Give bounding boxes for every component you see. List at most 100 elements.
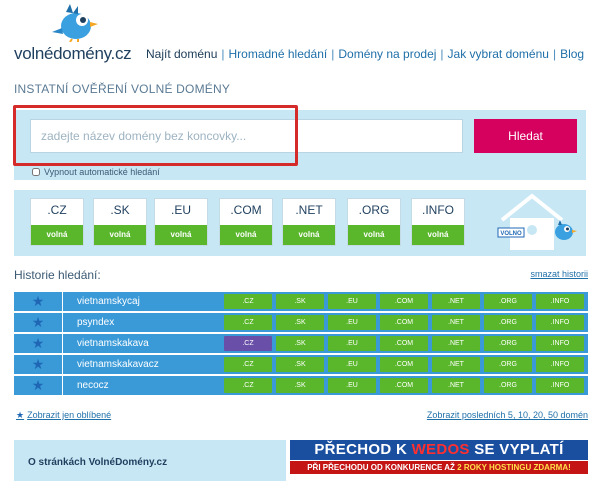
logo-text[interactable]: volnédomény.cz <box>14 44 132 64</box>
favorite-star-icon[interactable]: ★ <box>14 313 62 334</box>
history-tld-pill[interactable]: .NET <box>432 335 480 351</box>
history-tld-pill[interactable]: .ORG <box>484 314 532 330</box>
main-nav: Najít doménu | Hromadné hledání | Domény na … <box>146 47 584 61</box>
history-tld-pill[interactable]: .SK <box>276 356 324 372</box>
history-tld-pill[interactable]: .EU <box>328 377 376 393</box>
tld-card-org[interactable]: .ORG volná <box>347 198 401 246</box>
domain-search-input[interactable] <box>30 119 463 153</box>
history-tld-pill[interactable]: .SK <box>276 335 324 351</box>
tld-card-sk[interactable]: .SK volná <box>93 198 147 246</box>
tld-card-eu[interactable]: .EU volná <box>154 198 208 246</box>
history-tld-pill[interactable]: .COM <box>380 356 428 372</box>
favorite-star-icon[interactable]: ★ <box>14 376 62 397</box>
history-tld-pill[interactable]: .INFO <box>536 293 584 309</box>
history-tld-pill[interactable]: .COM <box>380 377 428 393</box>
history-tld-pill[interactable]: .ORG <box>484 356 532 372</box>
tld-name: .COM <box>230 203 262 217</box>
nav-bulk-search[interactable]: Hromadné hledání <box>229 47 328 61</box>
tld-card-com[interactable]: .COM volná <box>219 198 273 246</box>
nav-blog[interactable]: Blog <box>560 47 584 61</box>
ad-brand: WEDOS <box>411 441 470 458</box>
history-tld-pill[interactable]: .CZ <box>224 356 272 372</box>
bird-logo-icon[interactable] <box>48 2 100 42</box>
favorites-label: Zobrazit jen oblíbené <box>27 410 112 420</box>
history-tld-pill[interactable]: .ORG <box>484 377 532 393</box>
tld-status: volná <box>220 225 272 245</box>
search-button[interactable]: Hledat <box>474 119 577 153</box>
clear-history-link[interactable]: smazat historii <box>530 269 588 279</box>
history-domain-name[interactable]: vietnamskycaj <box>62 292 220 313</box>
tld-card-info[interactable]: .INFO volná <box>411 198 465 246</box>
auto-search-checkbox[interactable] <box>32 168 40 176</box>
history-title: Historie hledání: <box>14 268 101 282</box>
auto-search-toggle[interactable]: Vypnout automatické hledání <box>32 167 160 177</box>
section-title: INSTATNÍ OVĚŘENÍ VOLNÉ DOMÉNY <box>14 82 231 96</box>
wedos-ad-banner[interactable]: PŘECHOD K WEDOS SE VYPLATÍ PŘI PŘECHODU … <box>290 440 588 481</box>
history-tld-pill[interactable]: .CZ <box>224 314 272 330</box>
history-row: ★ psyndex .CZ .SK .EU .COM .NET .ORG .INFO <box>14 313 588 334</box>
show-favorites-link[interactable]: ★ Zobrazit jen oblíbené <box>16 410 111 421</box>
history-tld-list: .CZ .SK .EU .COM .NET .ORG .INFO <box>220 313 588 334</box>
tld-name: .SK <box>110 203 130 217</box>
nav-domains-for-sale[interactable]: Domény na prodej <box>338 47 436 61</box>
history-tld-pill[interactable]: .NET <box>432 293 480 309</box>
history-tld-list: .CZ .SK .EU .COM .NET .ORG .INFO <box>220 376 588 397</box>
history-tld-pill[interactable]: .INFO <box>536 335 584 351</box>
nav-separator: | <box>221 47 225 61</box>
tld-status: volná <box>348 225 400 245</box>
tld-name: .NET <box>295 203 323 217</box>
history-tld-pill[interactable]: .COM <box>380 335 428 351</box>
history-tld-pill[interactable]: .COM <box>380 293 428 309</box>
nav-separator: | <box>331 47 335 61</box>
favorite-star-icon[interactable]: ★ <box>14 334 62 355</box>
history-tld-pill[interactable]: .INFO <box>536 314 584 330</box>
favorite-star-icon[interactable]: ★ <box>14 355 62 376</box>
history-tld-list: .CZ .SK .EU .COM .NET .ORG .INFO <box>220 334 588 355</box>
history-domain-name[interactable]: vietnamskakavacz <box>62 355 220 376</box>
history-tld-pill[interactable]: .EU <box>328 293 376 309</box>
history-tld-pill[interactable]: .COM <box>380 314 428 330</box>
birdhouse-icon: VOLNO <box>497 193 577 250</box>
tld-status: volná <box>155 225 207 245</box>
history-tld-pill[interactable]: .NET <box>432 314 480 330</box>
history-tld-list: .CZ .SK .EU .COM .NET .ORG .INFO <box>220 292 588 313</box>
history-tld-pill[interactable]: .ORG <box>484 335 532 351</box>
history-tld-pill[interactable]: .CZ <box>224 293 272 309</box>
tld-status: volná <box>412 225 464 245</box>
tld-panel: .CZ volná .SK volná .EU volná .COM volná… <box>14 190 586 256</box>
history-tld-pill[interactable]: .SK <box>276 293 324 309</box>
history-tld-pill[interactable]: .ORG <box>484 293 532 309</box>
ad-subline-highlight: 2 ROKY HOSTINGU ZDARMA! <box>457 463 571 472</box>
history-tld-pill[interactable]: .CZ <box>224 335 272 351</box>
nav-how-to-choose[interactable]: Jak vybrat doménu <box>448 47 549 61</box>
tld-card-net[interactable]: .NET volná <box>282 198 336 246</box>
history-tld-pill[interactable]: .SK <box>276 377 324 393</box>
history-tld-pill[interactable]: .NET <box>432 377 480 393</box>
history-tld-list: .CZ .SK .EU .COM .NET .ORG .INFO <box>220 355 588 376</box>
search-panel: Hledat Vypnout automatické hledání <box>14 110 586 180</box>
favorite-star-icon[interactable]: ★ <box>14 292 62 313</box>
history-domain-name[interactable]: vietnamskakava <box>62 334 220 355</box>
history-table: ★ vietnamskycaj .CZ .SK .EU .COM .NET .ORG .INFO… <box>14 292 588 397</box>
history-tld-pill[interactable]: .NET <box>432 356 480 372</box>
history-tld-pill[interactable]: .INFO <box>536 356 584 372</box>
house-sign-text: VOLNO <box>500 231 522 237</box>
history-tld-pill[interactable]: .INFO <box>536 377 584 393</box>
history-tld-pill[interactable]: .CZ <box>224 377 272 393</box>
auto-search-label: Vypnout automatické hledání <box>44 167 160 177</box>
header: volnédomény.cz Najít doménu | Hromadné hle… <box>0 0 600 70</box>
recent-count-links[interactable]: Zobrazit posledních 5, 10, 20, 50 domén <box>427 410 588 420</box>
history-row: ★ vietnamskycaj .CZ .SK .EU .COM .NET .ORG .INFO <box>14 292 588 313</box>
tld-status: volná <box>31 225 83 245</box>
history-tld-pill[interactable]: .EU <box>328 356 376 372</box>
ad-subline: PŘI PŘECHODU OD KONKURENCE AŽ 2 ROKY HOS… <box>290 461 588 474</box>
ad-headline-post: SE VYPLATÍ <box>469 441 564 458</box>
history-tld-pill[interactable]: .EU <box>328 314 376 330</box>
history-domain-name[interactable]: necocz <box>62 376 220 397</box>
nav-find-domain[interactable]: Najít doménu <box>146 47 217 61</box>
history-tld-pill[interactable]: .SK <box>276 314 324 330</box>
history-domain-name[interactable]: psyndex <box>62 313 220 334</box>
about-panel: O stránkách VolnéDomény.cz <box>14 440 286 481</box>
history-tld-pill[interactable]: .EU <box>328 335 376 351</box>
tld-card-cz[interactable]: .CZ volná <box>30 198 84 246</box>
